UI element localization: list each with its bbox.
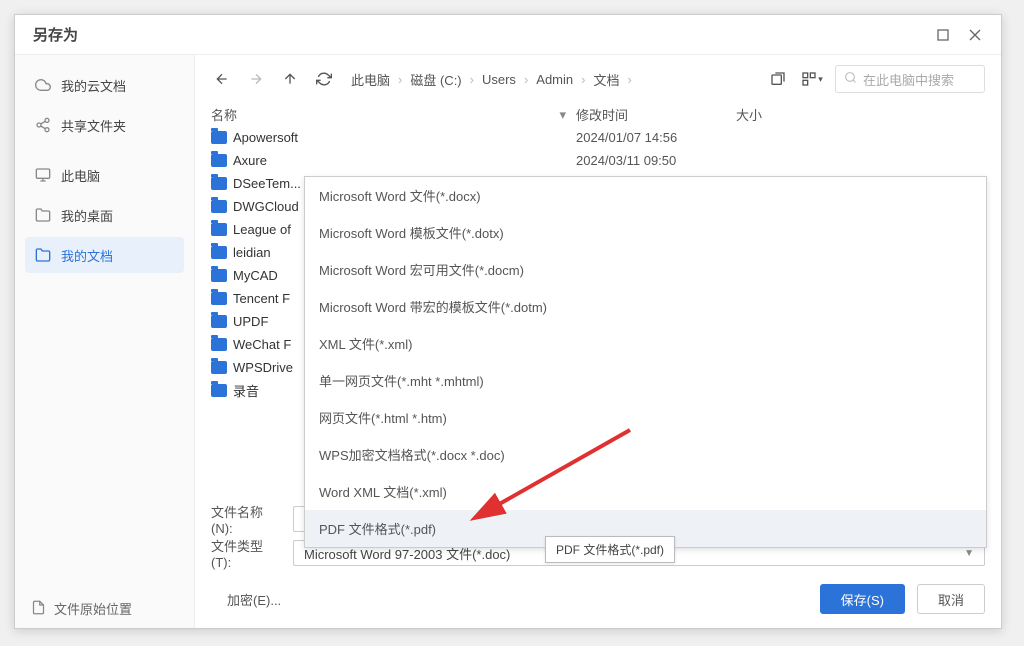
filetype-label: 文件类型(T):: [211, 536, 283, 570]
encrypt-link[interactable]: 加密(E)...: [211, 590, 281, 609]
filetype-option[interactable]: Microsoft Word 文件(*.docx): [305, 177, 986, 214]
file-name: 录音: [233, 381, 259, 400]
file-row[interactable]: Apowersoft 2024/01/07 14:56: [211, 126, 985, 149]
sidebar-item-documents[interactable]: 我的文档: [25, 237, 184, 273]
new-window-icon[interactable]: [767, 68, 789, 90]
refresh-button[interactable]: [313, 68, 335, 90]
file-name: League of: [233, 222, 291, 237]
file-name: leidian: [233, 245, 271, 260]
folder-icon: [35, 247, 51, 263]
folder-icon: [211, 361, 227, 374]
filetype-option[interactable]: XML 文件(*.xml): [305, 325, 986, 362]
file-name: Tencent F: [233, 291, 290, 306]
crumb-documents[interactable]: 文档: [589, 68, 623, 91]
col-date-header[interactable]: 修改时间: [576, 105, 736, 124]
forward-button[interactable]: [245, 68, 267, 90]
cloud-icon: [35, 77, 51, 93]
filetype-option[interactable]: Microsoft Word 宏可用文件(*.docm): [305, 251, 986, 288]
back-button[interactable]: [211, 68, 233, 90]
chevron-down-icon: ▼: [964, 548, 974, 559]
chevron-right-icon: ›: [396, 72, 404, 87]
folder-icon: [211, 269, 227, 282]
close-button[interactable]: [959, 19, 991, 51]
file-name: DWGCloud: [233, 199, 299, 214]
file-name: WeChat F: [233, 337, 291, 352]
sidebar-item-label: 此电脑: [61, 166, 100, 185]
search-icon: [844, 71, 857, 87]
chevron-right-icon: ›: [626, 72, 634, 87]
titlebar: 另存为: [15, 15, 1001, 55]
tooltip: PDF 文件格式(*.pdf): [545, 536, 675, 563]
file-name: DSeeTem...: [233, 176, 301, 191]
folder-icon: [211, 246, 227, 259]
monitor-icon: [35, 167, 51, 183]
sidebar-item-label: 我的云文档: [61, 76, 126, 95]
sort-indicator-icon: ▾: [559, 107, 566, 123]
sidebar-item-desktop[interactable]: 我的桌面: [25, 197, 184, 233]
crumb-disk-c[interactable]: 磁盘 (C:): [406, 68, 465, 91]
breadcrumb: 此电脑› 磁盘 (C:)› Users› Admin› 文档›: [347, 68, 755, 91]
folder-icon: [211, 200, 227, 213]
sidebar-item-shared-folder[interactable]: 共享文件夹: [25, 107, 184, 143]
share-icon: [35, 117, 51, 133]
dialog-title: 另存为: [33, 24, 927, 45]
filetype-option[interactable]: 单一网页文件(*.mht *.mhtml): [305, 362, 986, 399]
save-button[interactable]: 保存(S): [820, 584, 905, 614]
chevron-right-icon: ›: [468, 72, 476, 87]
cancel-button[interactable]: 取消: [917, 584, 985, 614]
up-button[interactable]: [279, 68, 301, 90]
chevron-right-icon: ›: [579, 72, 587, 87]
folder-icon: [211, 154, 227, 167]
original-location-label: 文件原始位置: [54, 599, 132, 618]
filetype-option[interactable]: Microsoft Word 模板文件(*.dotx): [305, 214, 986, 251]
filetype-option[interactable]: Microsoft Word 带宏的模板文件(*.dotm): [305, 288, 986, 325]
file-name: WPSDrive: [233, 360, 293, 375]
chevron-right-icon: ›: [522, 72, 530, 87]
filetype-option[interactable]: 网页文件(*.html *.htm): [305, 399, 986, 436]
folder-icon: [35, 207, 51, 223]
crumb-this-pc[interactable]: 此电脑: [347, 68, 394, 91]
file-date: 2024/03/11 09:50: [576, 153, 736, 168]
folder-icon: [211, 292, 227, 305]
view-mode-button[interactable]: ▾: [801, 68, 823, 90]
folder-icon: [211, 315, 227, 328]
sidebar-item-cloud-docs[interactable]: 我的云文档: [25, 67, 184, 103]
file-row[interactable]: Axure 2024/03/11 09:50: [211, 149, 985, 172]
location-icon: [31, 600, 46, 618]
folder-icon: [211, 338, 227, 351]
file-name: UPDF: [233, 314, 268, 329]
crumb-admin[interactable]: Admin: [532, 70, 577, 89]
column-headers: 名称▾ 修改时间 大小: [195, 99, 1001, 126]
col-name-header[interactable]: 名称▾: [211, 105, 576, 124]
file-name: Axure: [233, 153, 267, 168]
original-location-button[interactable]: 文件原始位置: [31, 599, 132, 618]
sidebar-item-label: 我的文档: [61, 246, 113, 265]
sidebar-item-label: 共享文件夹: [61, 116, 126, 135]
sidebar-item-this-pc[interactable]: 此电脑: [25, 157, 184, 193]
col-size-header[interactable]: 大小: [736, 105, 816, 124]
folder-icon: [211, 177, 227, 190]
folder-icon: [211, 223, 227, 236]
filetype-option[interactable]: Word XML 文档(*.xml): [305, 473, 986, 510]
sidebar-item-label: 我的桌面: [61, 206, 113, 225]
search-input[interactable]: 在此电脑中搜索: [835, 65, 985, 93]
crumb-users[interactable]: Users: [478, 70, 520, 89]
sidebar: 我的云文档 共享文件夹 此电脑 我的桌面 我的文档: [15, 55, 195, 628]
filetype-option[interactable]: WPS加密文档格式(*.docx *.doc): [305, 436, 986, 473]
toolbar: 此电脑› 磁盘 (C:)› Users› Admin› 文档› ▾ 在此电脑中搜…: [195, 59, 1001, 99]
folder-icon: [211, 131, 227, 144]
maximize-button[interactable]: [927, 19, 959, 51]
folder-icon: [211, 384, 227, 397]
file-name: MyCAD: [233, 268, 278, 283]
search-placeholder: 在此电脑中搜索: [863, 70, 954, 89]
filename-label: 文件名称(N):: [211, 502, 283, 536]
file-date: 2024/01/07 14:56: [576, 130, 736, 145]
filetype-dropdown: Microsoft Word 文件(*.docx)Microsoft Word …: [304, 176, 987, 548]
file-name: Apowersoft: [233, 130, 298, 145]
